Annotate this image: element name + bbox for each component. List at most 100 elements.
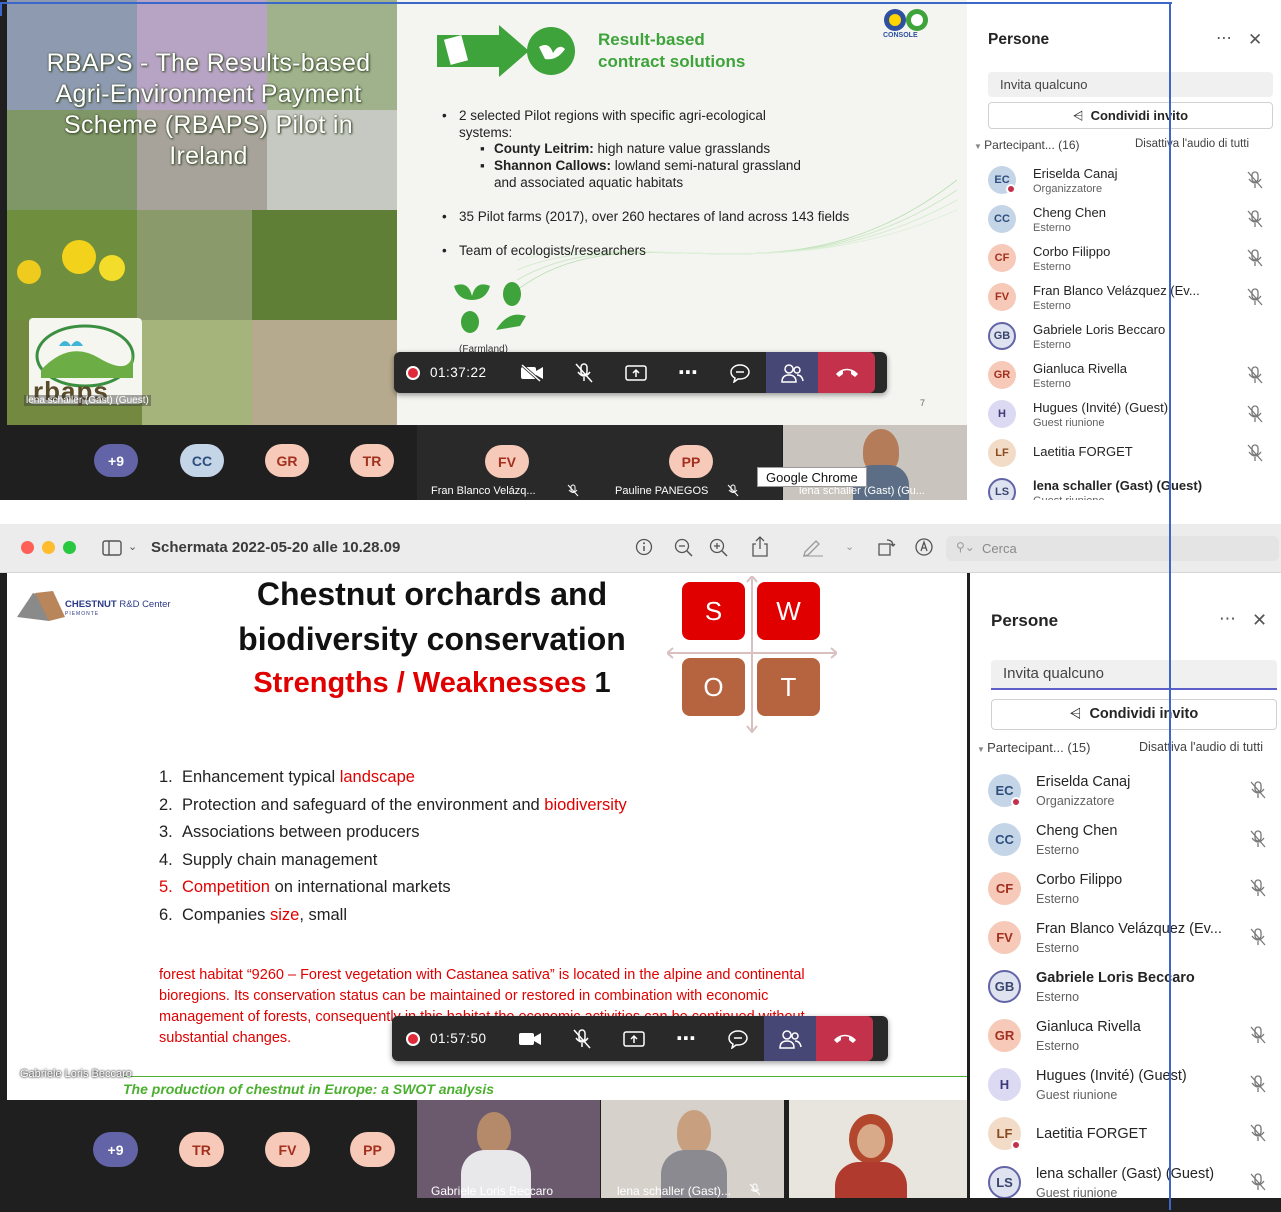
hang-up-button[interactable] <box>816 1016 873 1061</box>
participant-name: Eriselda Canaj <box>1036 774 1131 790</box>
share-invite-button[interactable]: ⩤ Condividi invito <box>991 699 1277 730</box>
zoom-out-icon[interactable] <box>674 538 694 558</box>
annotation-frame-line <box>1169 2 1171 1210</box>
search-field[interactable]: ⚲⌄ Cerca <box>946 536 1279 561</box>
mic-toggle-button[interactable] <box>556 1016 608 1061</box>
participants-count: Partecipant... (15) <box>987 740 1091 755</box>
share-screen-button[interactable] <box>610 352 662 393</box>
participant-row[interactable]: LS lena schaller (Gast) (Guest) Guest riun… <box>967 474 1281 500</box>
participant-strip: +9 TR FV PP Gabriele Loris Beccaro lena … <box>7 1100 967 1198</box>
panel-more-button[interactable]: ⋯ <box>1219 609 1236 629</box>
participant-row[interactable]: GB Gabriele Loris Beccaro Esterno <box>970 965 1281 1014</box>
chevron-down-icon: ▼ <box>977 745 988 754</box>
close-window-button[interactable] <box>21 541 34 554</box>
chevron-down-icon[interactable]: ⌄ <box>128 540 137 553</box>
annotate-icon[interactable] <box>914 537 934 557</box>
slide-title-line: Result-based <box>598 30 705 49</box>
more-actions-button[interactable]: ⋯ <box>662 352 714 393</box>
participant-row[interactable]: FV Fran Blanco Velázquez (Ev... Esterno <box>970 916 1281 965</box>
participant-avatar[interactable]: TR <box>179 1132 224 1167</box>
participant-video-gabriele[interactable]: Gabriele Loris Beccaro <box>417 1100 600 1198</box>
participants-button[interactable] <box>764 1016 816 1061</box>
mic-muted-icon <box>1250 1075 1266 1093</box>
participant-row[interactable]: LF Laetitia FORGET <box>970 1112 1281 1161</box>
participant-row[interactable]: GR Gianluca Rivella Esterno <box>967 357 1281 396</box>
zoom-in-icon[interactable] <box>709 538 729 558</box>
participant-row[interactable]: FV Fran Blanco Velázquez (Ev... Esterno <box>967 279 1281 318</box>
participants-button[interactable] <box>766 352 818 393</box>
mic-muted-icon <box>1247 288 1263 311</box>
mic-toggle-button[interactable] <box>558 352 610 393</box>
participant-role: Esterno <box>1036 941 1080 955</box>
participant-avatar[interactable]: CC <box>180 444 224 477</box>
mic-muted-icon <box>1247 249 1263 267</box>
participant-row[interactable]: EC Eriselda Canaj Organizzatore <box>970 769 1281 818</box>
more-actions-button[interactable]: ⋯ <box>660 1016 712 1061</box>
participant-row[interactable]: LF Laetitia FORGET <box>967 435 1281 474</box>
participant-name: lena schaller (Gast) (Guest) <box>1033 478 1203 493</box>
participant-row[interactable]: GB Gabriele Loris Beccaro Esterno <box>967 318 1281 357</box>
participant-video-third[interactable] <box>789 1100 967 1198</box>
mic-muted-icon <box>1247 249 1263 272</box>
mic-muted-icon <box>1250 928 1266 951</box>
participant-row[interactable]: CC Cheng Chen Esterno <box>967 201 1281 240</box>
mute-all-button[interactable]: Disattiva l'audio di tutti <box>1139 740 1263 754</box>
close-icon[interactable]: ✕ <box>1252 610 1267 631</box>
share-icon[interactable] <box>751 535 769 557</box>
list-item-highlight: landscape <box>339 768 415 786</box>
list-item-text: Enhancement typical <box>181 768 340 786</box>
rotate-icon[interactable] <box>877 537 897 557</box>
subtitle-highlight: Strengths / Weaknesses <box>253 667 587 699</box>
participants-section-header[interactable]: ▼ Partecipant... (15) <box>977 740 1090 755</box>
sidebar-toggle-icon[interactable] <box>102 540 122 556</box>
participant-row[interactable]: GR Gianluca Rivella Esterno <box>970 1014 1281 1063</box>
chevron-down-icon[interactable]: ⌄ <box>845 540 854 553</box>
list-item-text: Supply chain management <box>181 850 378 869</box>
participant-row[interactable]: H Hugues (Invité) (Guest) Guest riunione <box>970 1063 1281 1112</box>
participant-avatar: LF <box>988 439 1016 467</box>
chat-button[interactable] <box>712 1016 764 1061</box>
hang-up-button[interactable] <box>818 352 875 393</box>
participant-tile-pp[interactable]: PP Pauline PANEGOS <box>597 425 782 500</box>
markup-pen-icon[interactable] <box>802 537 824 557</box>
participant-avatar[interactable]: FV <box>265 1132 310 1167</box>
participant-avatar[interactable]: PP <box>350 1132 395 1167</box>
slide-subtitle: Strengths / Weaknesses 1 <box>212 664 652 702</box>
panel-more-button[interactable]: ⋯ <box>1216 28 1232 48</box>
zoom-window-button[interactable] <box>63 541 76 554</box>
mic-muted-icon <box>1250 879 1266 902</box>
flower-shape <box>99 255 125 281</box>
share-screen-button[interactable] <box>608 1016 660 1061</box>
camera-toggle-button[interactable] <box>506 352 558 393</box>
participant-row[interactable]: EC Eriselda Canaj Organizzatore <box>967 162 1281 201</box>
info-icon[interactable] <box>635 538 653 556</box>
invite-input[interactable]: Invita qualcuno <box>991 660 1277 690</box>
participant-row[interactable]: CF Corbo Filippo Esterno <box>970 867 1281 916</box>
participant-video-lena[interactable]: lena schaller (Gast)... <box>601 1100 784 1198</box>
participant-row[interactable]: H Hugues (Invité) (Guest) Guest riunione <box>967 396 1281 435</box>
share-invite-button[interactable]: ⩤ Condividi invito <box>988 102 1273 129</box>
mic-muted-icon <box>1250 781 1266 799</box>
participant-name: Gianluca Rivella <box>1033 361 1127 376</box>
mute-all-button[interactable]: Disattiva l'audio di tutti <box>1135 138 1249 150</box>
participant-row[interactable]: LS lena schaller (Gast) (Guest) Guest riun… <box>970 1161 1281 1198</box>
participant-role: Guest riunione <box>1033 495 1105 500</box>
minimize-window-button[interactable] <box>42 541 55 554</box>
camera-toggle-button[interactable] <box>504 1016 556 1061</box>
more-participants-button[interactable]: +9 <box>94 444 138 477</box>
participant-row[interactable]: CF Corbo Filippo Esterno <box>967 240 1281 279</box>
close-icon[interactable]: ✕ <box>1248 30 1262 50</box>
screenshot-root: RBAPS - The Results-based Agri-Environme… <box>0 0 1281 1212</box>
participant-tile-fv[interactable]: FV Fran Blanco Velázq... <box>417 425 597 500</box>
invite-input[interactable]: Invita qualcuno <box>988 72 1273 97</box>
participant-avatar: FV <box>988 921 1021 954</box>
participant-avatar[interactable]: TR <box>350 444 394 477</box>
list-item-highlight: size <box>269 905 300 924</box>
participant-avatar[interactable]: GR <box>265 444 309 477</box>
participants-section-header[interactable]: ▼ Partecipant... (16) <box>974 138 1080 152</box>
participant-row[interactable]: CC Cheng Chen Esterno <box>970 818 1281 867</box>
participant-video-lena[interactable]: lena schaller (Gast) (Gu... <box>783 425 967 500</box>
share-invite-label: Condividi invito <box>1089 706 1199 722</box>
more-participants-button[interactable]: +9 <box>93 1132 138 1167</box>
chat-button[interactable] <box>714 352 766 393</box>
